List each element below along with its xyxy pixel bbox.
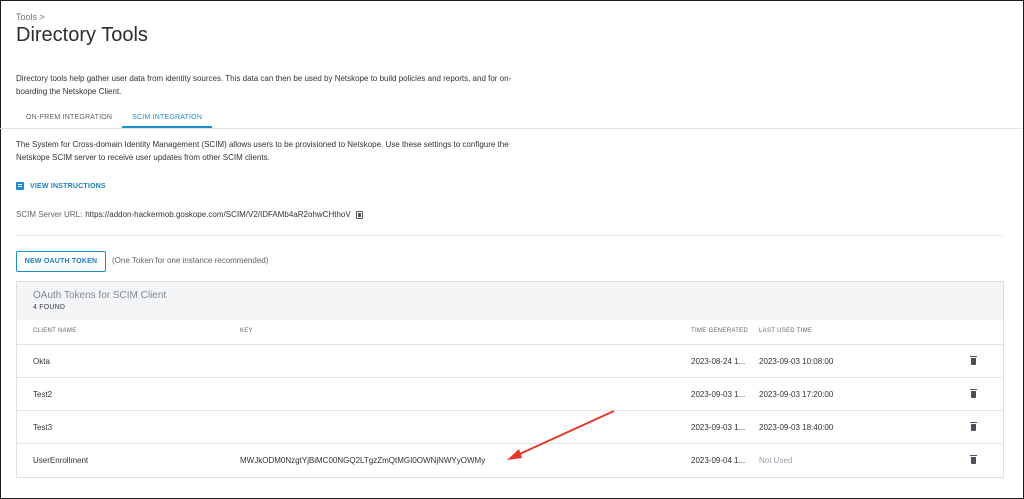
tab-scim-integration[interactable]: SCIM INTEGRATION	[122, 111, 213, 128]
panel-header: OAuth Tokens for SCIM Client 4 FOUND	[17, 282, 1003, 320]
trash-icon[interactable]	[970, 356, 977, 365]
view-instructions-link[interactable]: VIEW INSTRUCTIONS	[16, 182, 106, 190]
time-generated-cell: 2023-09-03 1...	[691, 390, 746, 399]
copy-icon[interactable]	[355, 210, 363, 219]
tab-bar: ON-PREM INTEGRATION SCIM INTEGRATION	[16, 111, 213, 128]
oauth-tokens-panel: OAuth Tokens for SCIM Client 4 FOUND CLI…	[16, 281, 1004, 478]
document-icon	[16, 182, 24, 190]
client-name-cell: Okta	[33, 357, 50, 366]
client-name-cell: Test3	[33, 423, 53, 432]
intro-text: Directory tools help gather user data fr…	[16, 74, 512, 96]
token-count: 4 FOUND	[33, 304, 66, 311]
column-header-key[interactable]: KEY	[240, 328, 253, 334]
scim-description: The System for Cross-domain Identity Man…	[16, 140, 509, 162]
column-header-time-generated[interactable]: TIME GENERATED	[691, 328, 748, 334]
scim-server-url: SCIM Server URL: https://addon-hackermob…	[16, 210, 363, 219]
table-row[interactable]: Test2 2023-09-03 1... 2023-09-03 17:20:0…	[17, 377, 1003, 410]
time-generated-cell: 2023-09-04 1...	[691, 456, 746, 465]
breadcrumb[interactable]: Tools >	[16, 12, 45, 22]
new-oauth-token-button[interactable]: NEW OAUTH TOKEN	[16, 251, 106, 272]
column-header-client-name[interactable]: CLIENT NAME	[33, 328, 77, 334]
key-cell: MWJkODM0NzgtYjBiMC00NGQ2LTgzZmQtMGI0OWNj…	[240, 456, 486, 465]
time-generated-cell: 2023-08-24 1...	[691, 357, 746, 366]
view-instructions-label: VIEW INSTRUCTIONS	[30, 182, 106, 190]
last-used-cell: Not Used	[759, 456, 793, 465]
table-row[interactable]: Okta 2023-08-24 1... 2023-09-03 10:08:00	[17, 344, 1003, 377]
section-divider	[16, 235, 1003, 236]
trash-icon[interactable]	[970, 455, 977, 464]
server-url-label: SCIM Server URL:	[16, 210, 83, 219]
token-recommendation-note: (One Token for one instance recommended)	[112, 256, 269, 265]
trash-icon[interactable]	[970, 389, 977, 398]
table-row[interactable]: Test3 2023-09-03 1... 2023-09-03 18:40:0…	[17, 410, 1003, 443]
time-generated-cell: 2023-09-03 1...	[691, 423, 746, 432]
last-used-cell: 2023-09-03 10:08:00	[759, 357, 834, 366]
trash-icon[interactable]	[970, 422, 977, 431]
panel-title: OAuth Tokens for SCIM Client	[33, 290, 167, 301]
client-name-cell: UserEnrollment	[33, 456, 89, 465]
server-url-value: https://addon-hackermob.goskope.com/SCIM…	[85, 210, 351, 219]
tab-divider	[0, 128, 1022, 129]
column-header-last-used[interactable]: LAST USED TIME	[759, 328, 812, 334]
last-used-cell: 2023-09-03 17:20:00	[759, 390, 834, 399]
table-row[interactable]: UserEnrollment MWJkODM0NzgtYjBiMC00NGQ2L…	[17, 443, 1003, 476]
tab-on-prem-integration[interactable]: ON-PREM INTEGRATION	[16, 111, 122, 128]
client-name-cell: Test2	[33, 390, 53, 399]
page-title: Directory Tools	[16, 24, 148, 46]
last-used-cell: 2023-09-03 18:40:00	[759, 423, 834, 432]
